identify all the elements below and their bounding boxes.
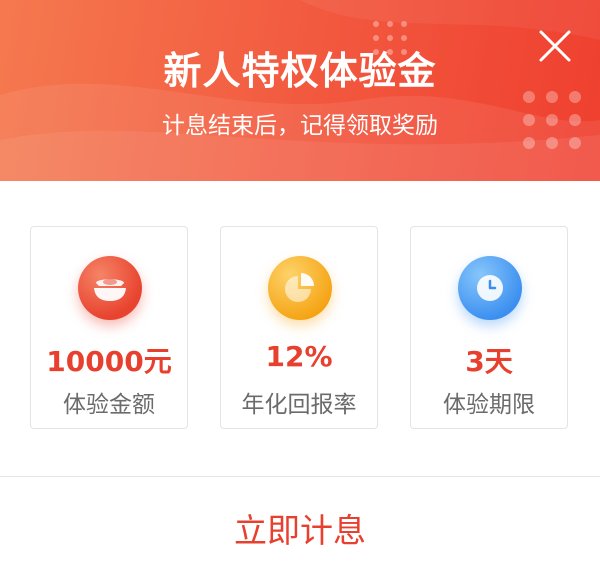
rate-value: 12% — [265, 340, 333, 373]
period-value: 3天 — [465, 345, 513, 378]
amount-value: 10000元 — [46, 345, 172, 378]
dialog-title: 新人特权体验金 — [163, 49, 437, 93]
close-button[interactable] — [532, 23, 578, 69]
pie-chart-icon — [268, 256, 332, 320]
close-icon — [539, 30, 571, 62]
benefit-cards: 10000元 体验金额 12% 年化回报率 3天 体验期限 — [30, 226, 570, 431]
rate-label: 年化回报率 — [241, 392, 357, 418]
dialog-subtitle: 计息结束后，记得领取奖励 — [162, 113, 438, 139]
experience-fund-dialog: 新人特权体验金 计息结束后，记得领取奖励 10000元 体验金额 12% 年化回… — [0, 0, 600, 579]
gold-ingot-icon — [78, 256, 142, 320]
benefit-card-amount: 10000元 体验金额 — [30, 226, 188, 429]
benefit-card-rate: 12% 年化回报率 — [220, 226, 378, 429]
clock-icon — [458, 256, 522, 320]
benefit-card-period: 3天 体验期限 — [410, 226, 568, 429]
start-interest-button[interactable]: 立即计息 — [0, 477, 600, 579]
period-label: 体验期限 — [443, 392, 535, 418]
amount-label: 体验金额 — [63, 392, 155, 418]
dialog-header: 新人特权体验金 计息结束后，记得领取奖励 — [0, 0, 600, 181]
